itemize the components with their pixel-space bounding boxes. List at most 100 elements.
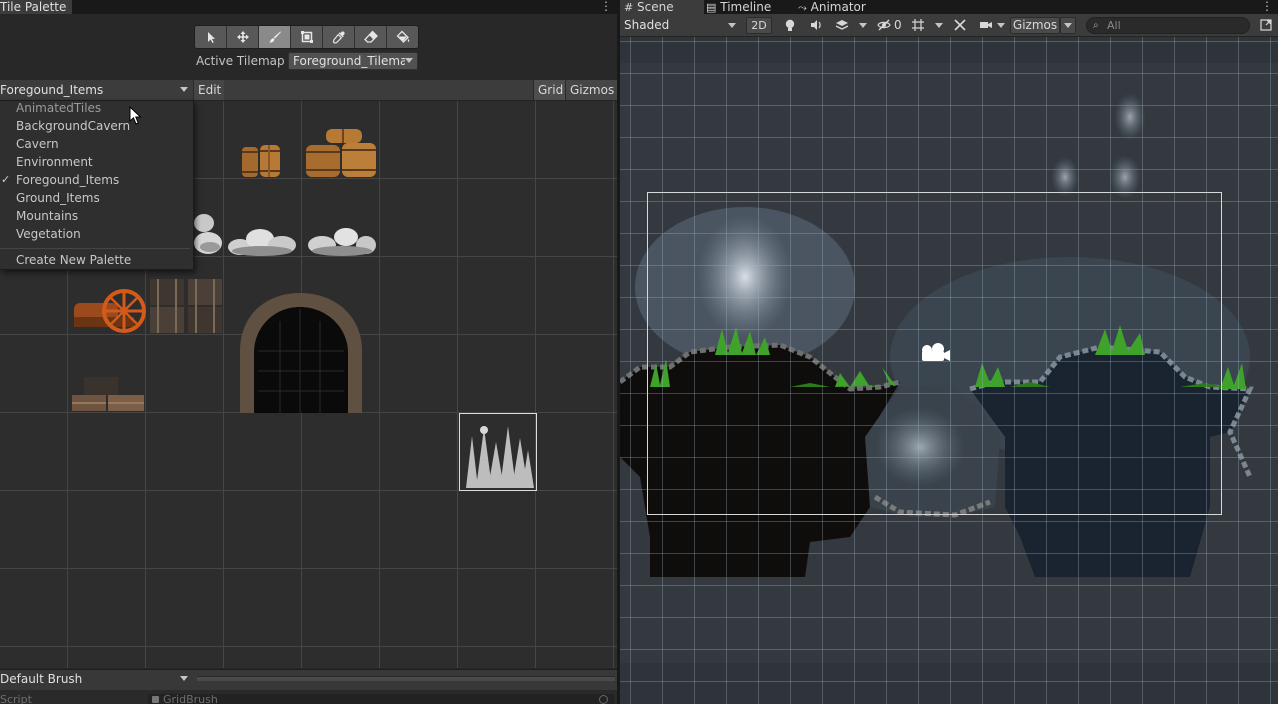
- cave-entrance-tile[interactable]: [236, 291, 366, 413]
- 2d-mode-toggle[interactable]: 2D: [746, 17, 772, 34]
- light-bulb-icon: [785, 19, 795, 31]
- edit-palette-button[interactable]: Edit: [193, 80, 224, 100]
- effects-toggle[interactable]: [832, 16, 852, 34]
- panel-menu-icon[interactable]: ⋮: [1261, 0, 1273, 12]
- panel-menu-icon[interactable]: ⋮: [600, 0, 612, 12]
- video-camera-icon: [980, 22, 992, 28]
- selected-tile-outline[interactable]: [459, 413, 537, 491]
- gizmos-dropdown[interactable]: [1060, 17, 1076, 34]
- timeline-icon: ▤: [706, 1, 717, 14]
- active-tilemap-dropdown[interactable]: Foreground_Tilemap: [288, 52, 418, 70]
- scene-grid-icon: #: [624, 1, 634, 14]
- eye-slash-icon: [877, 19, 891, 31]
- shading-mode-value: Shaded: [624, 18, 670, 32]
- grid-toggle-button[interactable]: Grid: [533, 80, 565, 100]
- gizmos-toggle-button[interactable]: Gizmos: [565, 80, 617, 100]
- lighting-toggle[interactable]: [780, 16, 800, 34]
- rock-tile-left[interactable]: [190, 209, 224, 255]
- palette-menu-item[interactable]: BackgroundCavern: [16, 118, 130, 134]
- spikes-tile: [466, 426, 534, 488]
- tab-animator-label: Animator: [810, 0, 866, 14]
- window-expand-icon: [1260, 19, 1272, 31]
- paint-bucket-icon: [396, 30, 409, 43]
- hidden-objects-toggle[interactable]: [874, 16, 894, 34]
- search-icon: ⌕: [1093, 20, 1099, 31]
- scene-search-placeholder: All: [1107, 19, 1121, 32]
- layers-icon: [835, 20, 849, 30]
- palette-menu-item[interactable]: Environment: [16, 154, 93, 170]
- script-value: GridBrush: [163, 693, 218, 704]
- small-crate-tile[interactable]: [70, 375, 146, 413]
- palette-dropdown-menu: AnimatedTiles BackgroundCavern Cavern En…: [0, 100, 194, 270]
- brush-dropdown[interactable]: Default Brush: [0, 671, 193, 687]
- brush-properties: Script GridBrush: [0, 690, 617, 704]
- move-arrows-icon: [236, 31, 249, 43]
- palette-menu-item[interactable]: Cavern: [16, 136, 59, 152]
- audio-toggle[interactable]: [806, 16, 826, 34]
- tab-scene-label: Scene: [637, 0, 674, 14]
- chevron-down-icon[interactable]: [997, 23, 1005, 28]
- create-new-palette-item[interactable]: Create New Palette: [16, 252, 131, 268]
- brush-dropdown-value: Default Brush: [0, 672, 83, 686]
- chevron-down-icon[interactable]: [935, 23, 943, 28]
- scene-viewport[interactable]: [620, 37, 1278, 704]
- barrel-tile[interactable]: [240, 143, 284, 179]
- scene-search-input[interactable]: ⌕ All: [1086, 17, 1250, 34]
- grid-snap-toggle[interactable]: [908, 16, 928, 34]
- chevron-down-icon: [180, 676, 188, 681]
- grid-icon: [912, 19, 924, 31]
- select-tool-button[interactable]: [195, 26, 227, 48]
- shading-mode-dropdown[interactable]: Shaded: [620, 16, 740, 34]
- brush-bar-slider[interactable]: [197, 676, 615, 681]
- palette-menu-item-selected[interactable]: Foregound_Items: [16, 172, 119, 188]
- picker-tool-button[interactable]: [323, 26, 355, 48]
- paint-brush-tool-button[interactable]: [259, 26, 291, 48]
- palette-menu-item[interactable]: Mountains: [16, 208, 78, 224]
- gizmos-button[interactable]: Gizmos: [1010, 17, 1060, 34]
- tools-toggle[interactable]: [950, 16, 970, 34]
- hidden-count: 0: [894, 18, 902, 32]
- scene-panel: # Scene ▤ Timeline ⤳ Animator ⋮ Shaded 2…: [620, 0, 1278, 704]
- tab-scene[interactable]: # Scene: [620, 0, 704, 14]
- eyedropper-icon: [332, 31, 345, 44]
- tab-timeline-label: Timeline: [720, 0, 772, 14]
- maximize-search-button[interactable]: [1256, 16, 1276, 34]
- script-file-icon: [152, 696, 159, 703]
- chevron-down-icon: [180, 87, 188, 92]
- script-field[interactable]: GridBrush: [148, 694, 614, 704]
- animator-icon: ⤳: [798, 1, 807, 14]
- palette-menu-item[interactable]: AnimatedTiles: [16, 100, 101, 116]
- barrel-stack-tile[interactable]: [304, 127, 378, 179]
- tile-palette-tab[interactable]: Tile Palette: [0, 0, 73, 14]
- erase-tool-button[interactable]: [355, 26, 387, 48]
- scene-grid-overlay: [620, 37, 1278, 704]
- tab-animator[interactable]: ⤳ Animator: [794, 0, 870, 14]
- box-fill-icon: [300, 31, 313, 43]
- eraser-icon: [363, 30, 378, 43]
- crate-stack-tile[interactable]: [148, 277, 224, 335]
- chevron-down-icon: [728, 23, 736, 28]
- cannon-tile[interactable]: [70, 287, 146, 335]
- tile-palette-panel: Tile Palette ⋮ Active Tilemap Foreground…: [0, 0, 617, 704]
- camera-toggle[interactable]: [976, 16, 996, 34]
- rock-tile-middle[interactable]: [226, 221, 302, 257]
- flood-fill-tool-button[interactable]: [387, 26, 418, 48]
- rock-tile-right[interactable]: [304, 221, 380, 257]
- chevron-down-icon: [405, 58, 413, 63]
- palette-menu-item[interactable]: Ground_Items: [16, 190, 100, 206]
- arrow-cursor-icon: [207, 32, 215, 43]
- tab-timeline[interactable]: ▤ Timeline: [702, 0, 775, 14]
- chevron-down-icon[interactable]: [859, 23, 867, 28]
- mouse-cursor-icon: [129, 106, 142, 125]
- script-label: Script: [0, 693, 32, 704]
- speaker-icon: [811, 20, 821, 30]
- palette-menu-item[interactable]: Vegetation: [16, 226, 81, 242]
- object-picker-icon[interactable]: [599, 695, 608, 704]
- menu-separator: [0, 248, 190, 249]
- palette-dropdown[interactable]: Foregound_Items: [0, 80, 193, 100]
- box-fill-tool-button[interactable]: [291, 26, 323, 48]
- wrench-icon: [954, 19, 966, 31]
- brush-icon: [269, 31, 281, 43]
- move-tool-button[interactable]: [227, 26, 259, 48]
- palette-dropdown-value: Foregound_Items: [0, 83, 104, 97]
